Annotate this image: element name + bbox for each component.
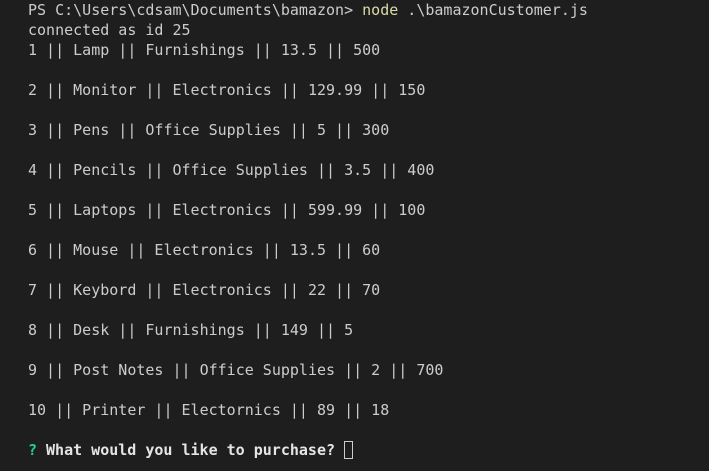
command-line: PS C:\Users\cdsam\Documents\bamazon> nod… <box>28 0 709 20</box>
terminal-window[interactable]: PS C:\Users\cdsam\Documents\bamazon> nod… <box>0 0 709 471</box>
command-args: .\bamazonCustomer.js <box>398 1 588 19</box>
question-mark-icon: ? <box>28 441 38 459</box>
connection-message: connected as id 25 <box>28 21 191 39</box>
prompt-path: PS C:\Users\cdsam\Documents\bamazon> <box>28 1 363 19</box>
product-row: 2 || Monitor || Electronics || 129.99 ||… <box>28 81 426 99</box>
product-row: 8 || Desk || Furnishings || 149 || 5 <box>28 321 354 339</box>
product-row: 7 || Keybord || Electronics || 22 || 70 <box>28 281 381 299</box>
product-row: 1 || Lamp || Furnishings || 13.5 || 500 <box>28 41 381 59</box>
product-row: 5 || Laptops || Electronics || 599.99 ||… <box>28 201 426 219</box>
command-node: node <box>362 1 399 19</box>
product-row: 6 || Mouse || Electronics || 13.5 || 60 <box>28 241 381 259</box>
product-row: 4 || Pencils || Office Supplies || 3.5 |… <box>28 161 435 179</box>
text-cursor[interactable] <box>344 441 354 459</box>
purchase-prompt[interactable]: ? What would you like to purchase? <box>28 440 709 460</box>
question-text: What would you like to purchase? <box>46 441 336 459</box>
product-list: 1 || Lamp || Furnishings || 13.5 || 500 … <box>28 40 709 440</box>
product-row: 3 || Pens || Office Supplies || 5 || 300 <box>28 121 390 139</box>
product-row: 9 || Post Notes || Office Supplies || 2 … <box>28 361 444 379</box>
product-row: 10 || Printer || Electornics || 89 || 18 <box>28 401 390 419</box>
